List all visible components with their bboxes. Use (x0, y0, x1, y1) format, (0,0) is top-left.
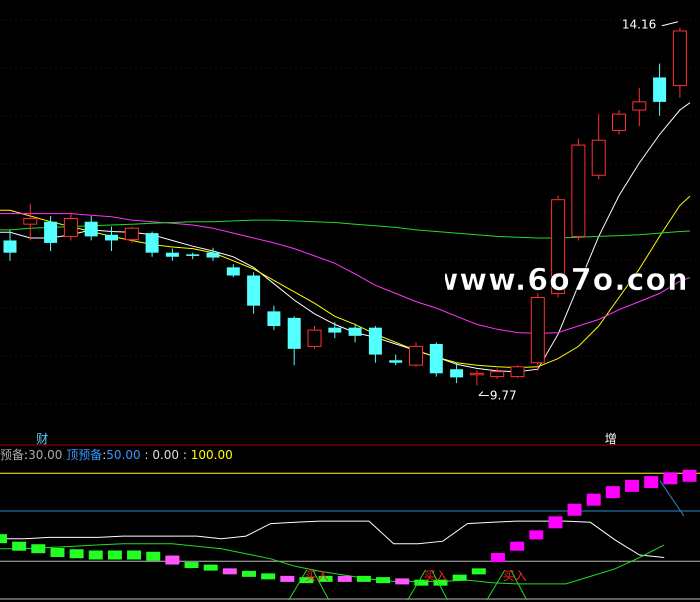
event-marker: 财 (36, 432, 48, 446)
moving-averages (0, 102, 691, 373)
main-grid (0, 19, 700, 405)
buy-signal-label: 买入 (305, 569, 329, 583)
indicator-bar (644, 476, 659, 489)
candle-body (368, 327, 382, 355)
candle-body (226, 267, 240, 276)
indicator-bar (356, 575, 371, 582)
param-separator: : (182, 448, 191, 462)
candle-body (206, 252, 220, 258)
candle-body (84, 221, 98, 237)
candle-body (124, 227, 139, 241)
indicator-bar (510, 541, 525, 551)
event-marker: 增 (605, 432, 617, 446)
candle-body (591, 139, 606, 176)
candle-body (530, 297, 545, 364)
candle-body (389, 360, 403, 363)
indicator-param-header: 预备:30.00 顶预备:50.00 : 0.00 : 100.00 (0, 446, 233, 462)
indicator-bar (12, 541, 27, 551)
candle-body (409, 345, 423, 366)
candle-body (186, 254, 200, 256)
candle-body (23, 217, 38, 225)
indicator-bar (261, 573, 276, 580)
indicator-bar (490, 553, 505, 563)
indicator-bar (586, 493, 601, 506)
indicator-bar (280, 575, 295, 582)
indicator-bar (625, 479, 640, 492)
indicator-bar (241, 570, 256, 577)
watermark-overlay: www.6o7o.com (430, 262, 698, 302)
indicator-bar (471, 568, 486, 575)
low-price-pointer-head (478, 391, 484, 396)
high-price-pointer (661, 21, 679, 27)
indicator-bar (529, 530, 544, 540)
candle-body (469, 372, 484, 376)
low-price-label: 9.77 (490, 389, 517, 403)
candle-body (328, 327, 342, 333)
indicator-bar (50, 547, 65, 557)
candle-body (44, 221, 58, 243)
param-label: 顶预备 (66, 448, 103, 462)
indicator-bar (548, 516, 563, 529)
candle-body (348, 327, 362, 336)
param-label: 预备 (0, 448, 25, 462)
indicator-bar (184, 562, 199, 569)
indicator-bar (605, 486, 620, 499)
candle-body (490, 371, 505, 378)
indicator-bar (203, 564, 218, 571)
indicator-bar (395, 578, 410, 585)
indicator-bar (88, 550, 103, 560)
buy-signals: 买入 买入 买入 (288, 569, 528, 601)
buy-signal-label: 买入 (424, 569, 448, 583)
candle-body (653, 77, 667, 102)
candle-body (3, 240, 17, 253)
candle-body (267, 311, 281, 327)
candle-body (510, 366, 525, 378)
indicator-bar (165, 555, 180, 565)
high-price-label: 14.16 (622, 18, 656, 32)
indicator-bar (663, 472, 678, 485)
indicator-bar (146, 551, 161, 561)
indicator-bar (69, 549, 84, 559)
indicator-bar (376, 577, 391, 584)
indicator-bar (567, 503, 582, 516)
candle-body (429, 343, 443, 374)
candle-body (571, 144, 586, 237)
watermark-graphic: www.6o7o.com (430, 263, 698, 299)
indicator-bar (337, 575, 352, 582)
candle-body (672, 30, 687, 87)
candle-body (612, 113, 626, 131)
candle-body (145, 233, 159, 253)
param-value: 0.00 (152, 448, 183, 462)
indicator-bars (0, 469, 697, 586)
indicator-bar (127, 550, 142, 560)
param-value: 30.00 (28, 448, 67, 462)
indicator-bar (31, 544, 46, 554)
indicator-bar (0, 534, 7, 544)
candle-body (632, 101, 647, 111)
ma-line (0, 219, 691, 239)
indicator-bar (682, 469, 697, 482)
param-value: 100.00 (190, 448, 233, 462)
indicator-bar (452, 574, 467, 581)
candle-body (247, 275, 261, 306)
candle-body (63, 217, 78, 237)
candle-body (307, 329, 322, 347)
candle-body (450, 369, 464, 378)
candles (3, 27, 687, 386)
svg-text:www.6o7o.com: www.6o7o.com (445, 263, 685, 298)
candle-body (165, 252, 179, 257)
param-value: 50.00 (106, 448, 145, 462)
candle-body (105, 234, 118, 241)
indicator-bar (107, 550, 122, 560)
buy-signal-label: 买入 (503, 569, 527, 583)
candle-body (287, 317, 301, 349)
indicator-bar (222, 568, 237, 575)
